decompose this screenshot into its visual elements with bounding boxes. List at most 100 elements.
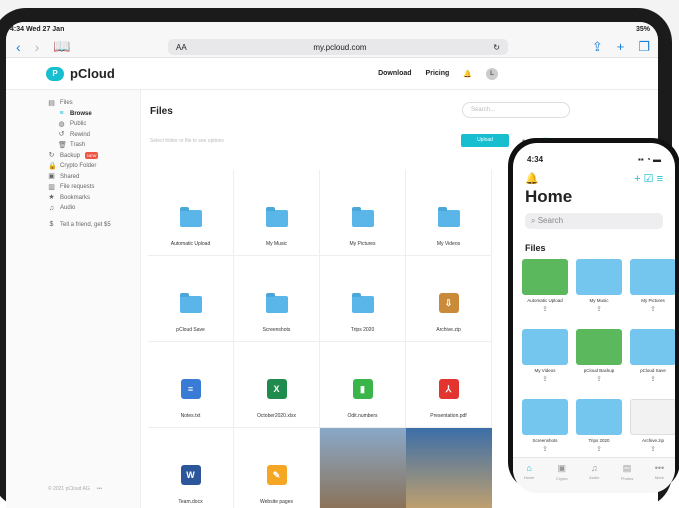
file-tile[interactable]: ≡ Notes.txt <box>148 342 234 428</box>
sidebar-item-file-requests[interactable]: ▥ File requests <box>48 182 140 193</box>
file-tile[interactable]: pCloud Save <box>148 256 234 342</box>
folder-icon <box>179 207 202 227</box>
tab-photos[interactable]: ▤ Photos <box>621 463 633 493</box>
file-tile[interactable]: ✎ Website pages <box>234 428 320 508</box>
share-icon[interactable]: ⇪ <box>650 305 656 313</box>
iphone-file-tile[interactable]: pCloud Save ⇪ <box>628 329 675 397</box>
status-battery: 35% <box>635 25 650 33</box>
iphone-tab-bar: ⌂ Home ▣ Crypto ♫ Audio ▤ Photos ••• More <box>513 457 675 493</box>
search-input[interactable]: Search... <box>462 102 570 118</box>
download-link[interactable]: Download <box>378 70 411 77</box>
share-icon[interactable]: ⇪ <box>542 445 548 453</box>
pages-file-icon: ✎ <box>266 465 287 485</box>
iphone-file-tile[interactable]: My Music ⇪ <box>574 259 624 327</box>
file-name: My Videos <box>534 368 556 373</box>
bell-icon[interactable]: 🔔 <box>463 70 472 78</box>
avatar[interactable]: L <box>486 67 498 80</box>
file-tile[interactable]: Trips 2020 <box>320 256 406 342</box>
file-tile[interactable]: W Team.docx <box>148 428 234 508</box>
sidebar-item-shared[interactable]: ▣ Shared <box>48 172 140 183</box>
file-tile[interactable]: Screenshots <box>234 256 320 342</box>
share-icon[interactable]: ⇪ <box>542 305 548 313</box>
sidebar-label: Crypto Folder <box>60 163 97 170</box>
new-tab-icon[interactable]: + <box>617 39 625 55</box>
sidebar-label: Shared <box>60 173 80 180</box>
file-name: pCloud Save <box>176 327 205 333</box>
sidebar-item-files[interactable]: ▤ Files <box>48 98 140 109</box>
file-tile[interactable]: ▮ Odit.numbers <box>320 342 406 428</box>
archive-icon <box>630 399 675 435</box>
tab-label: Audio <box>589 475 600 480</box>
iphone-search-input[interactable]: ⌕ Search <box>525 213 663 229</box>
back-icon[interactable]: ‹ <box>16 39 21 55</box>
tab-audio[interactable]: ♫ Audio <box>589 463 599 493</box>
status-time: 4:34 Wed 27 Jan <box>10 25 65 33</box>
sidebar-item-public[interactable]: ◍ Public <box>48 119 140 130</box>
share-icon[interactable]: ⇪ <box>650 445 656 453</box>
iphone-title: Home <box>525 187 573 206</box>
folder-icon <box>630 259 675 295</box>
iphone-file-tile[interactable]: My Pictures ⇪ <box>628 259 675 327</box>
file-grid: Automatic Upload My Music My Pictures My Vi… <box>148 170 492 508</box>
tab-home[interactable]: ⌂ Home <box>524 463 535 493</box>
share-icon[interactable]: ⇪ <box>596 375 602 383</box>
file-tile[interactable]: ⅄ Presentation.pdf <box>406 342 492 428</box>
file-name: Presentation.pdf <box>430 413 467 419</box>
folder-icon <box>576 329 622 365</box>
share-icon[interactable]: ⇪ <box>650 375 656 383</box>
sidebar-item-trash[interactable]: 🗑 Trash <box>48 140 140 151</box>
bookmarks-icon[interactable]: 📖 <box>53 38 70 55</box>
photo-thumbnail[interactable] <box>406 428 492 508</box>
pricing-link[interactable]: Pricing <box>426 70 450 77</box>
file-name: Screenshots <box>532 438 558 443</box>
file-tile[interactable]: My Music <box>234 170 320 256</box>
reload-icon[interactable]: ↻ <box>493 43 500 52</box>
share-icon[interactable]: ⇪ <box>596 445 602 453</box>
url-bar[interactable]: AA my.pcloud.com ↻ <box>168 39 508 55</box>
share-icon[interactable]: ⇪ <box>592 39 603 55</box>
sidebar-item-crypto[interactable]: 🔒 Crypto Folder <box>48 161 140 172</box>
more-icon[interactable]: ••• <box>97 486 102 492</box>
file-name: Odit.numbers <box>347 413 378 419</box>
file-name: My Videos <box>436 241 461 247</box>
file-tile[interactable]: My Videos <box>406 170 492 256</box>
file-tile[interactable]: ⇩ Archive.zip <box>406 256 492 342</box>
new-badge: NEW <box>85 152 99 160</box>
iphone-file-tile[interactable]: My Videos ⇪ <box>520 329 570 397</box>
reader-aa[interactable]: AA <box>176 43 187 52</box>
sidebar-label: Backup <box>60 152 81 159</box>
file-name: My Pictures <box>349 241 376 247</box>
sidebar-item-audio[interactable]: ♫ Audio <box>48 203 140 214</box>
file-tile[interactable]: Automatic Upload <box>148 170 234 256</box>
tab-more[interactable]: ••• More <box>655 463 664 493</box>
sidebar-item-bookmarks[interactable]: ★ Bookmarks <box>48 193 140 204</box>
bell-icon[interactable]: 🔔 <box>525 172 539 185</box>
sidebar: ▤ Files ≡ Browse ◍ Public ↺ Rewind 🗑 Trash ↻ B… <box>6 90 141 508</box>
iphone-device: 4:34 ▪▪ ◔ ▬ 🔔 + ☑ ≡ Home ⌕ Search Files Au… <box>508 138 679 493</box>
tab-crypto[interactable]: ▣ Crypto <box>556 463 568 493</box>
signal-icon: ▪▪ ◔ ▬ <box>638 155 661 164</box>
list-icon: ≡ <box>59 110 64 118</box>
photo-thumbnail[interactable] <box>320 428 406 508</box>
iphone-section-title: Files <box>525 243 546 253</box>
share-icon[interactable]: ⇪ <box>542 375 548 383</box>
sidebar-item-browse[interactable]: ≡ Browse <box>48 109 140 120</box>
xlsx-file-icon: X <box>266 379 287 399</box>
sidebar-item-tell-friend[interactable]: $ Tell a friend, get $5 <box>48 220 140 231</box>
upload-button[interactable]: Upload <box>461 134 509 147</box>
sidebar-item-rewind[interactable]: ↺ Rewind <box>48 130 140 141</box>
folder-icon <box>576 259 622 295</box>
share-icon[interactable]: ⇪ <box>596 305 602 313</box>
sidebar-label: Trash <box>70 142 86 149</box>
toolbar-actions[interactable]: + ☑ ≡ <box>634 172 663 185</box>
sidebar-label: Public <box>70 121 87 128</box>
file-tile[interactable]: My Pictures <box>320 170 406 256</box>
pcloud-logo[interactable]: P pCloud <box>46 66 115 81</box>
iphone-file-tile[interactable]: pCloud Backup ⇪ <box>574 329 624 397</box>
file-tile[interactable]: X October2020.xlsx <box>234 342 320 428</box>
tabs-icon[interactable]: ❐ <box>638 39 650 55</box>
iphone-file-tile[interactable]: Automatic Upload ⇪ <box>520 259 570 327</box>
ipad-status-bar: 4:34 Wed 27 Jan 35% <box>6 22 658 36</box>
sidebar-item-backup[interactable]: ↻ Backup NEW <box>48 151 140 162</box>
forward-icon[interactable]: › <box>35 39 40 55</box>
